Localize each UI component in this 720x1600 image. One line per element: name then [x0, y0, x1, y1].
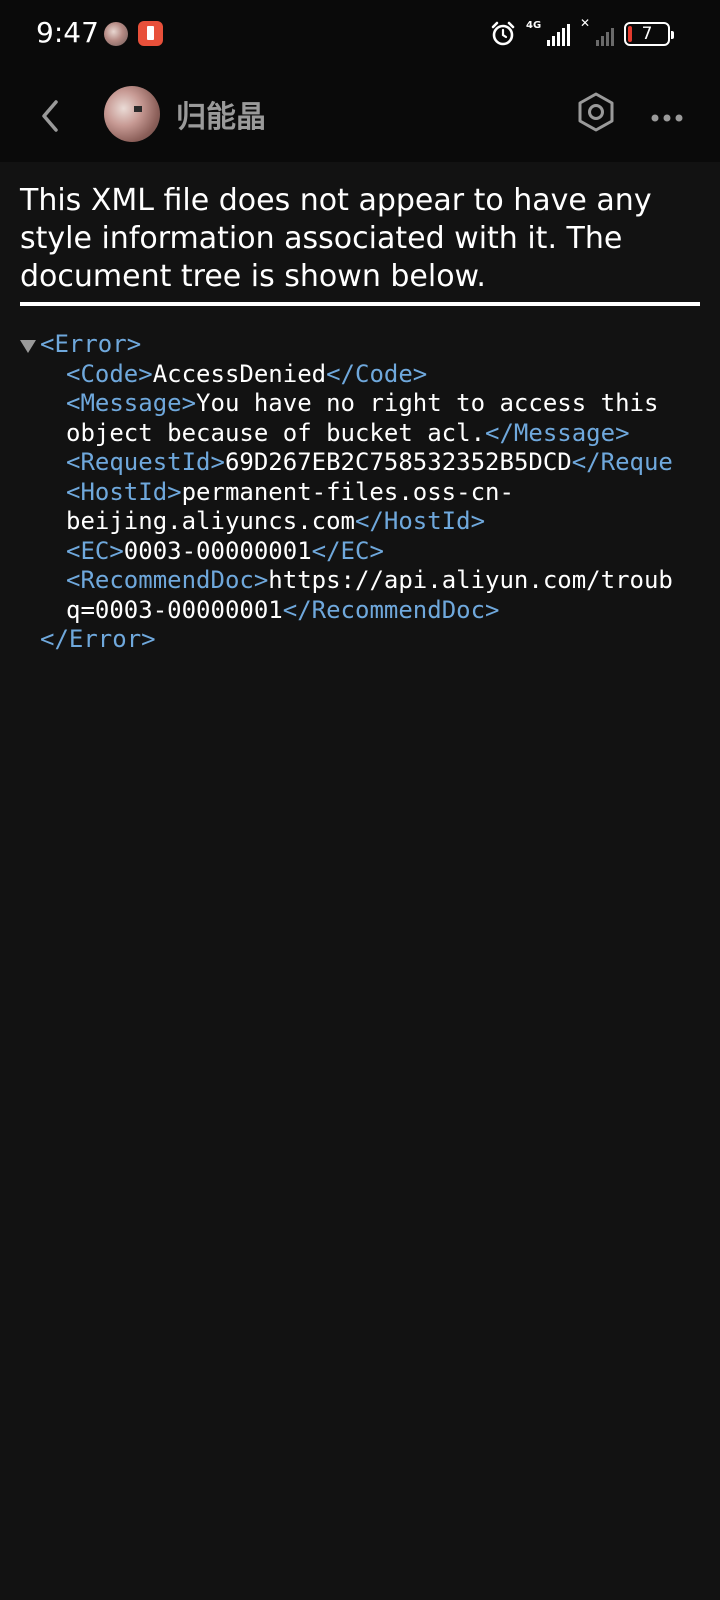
xml-style-notice: This XML file does not appear to have an…: [20, 183, 652, 294]
xml-message-line-2: object because of bucket acl.</Message>: [0, 419, 720, 449]
xml-tag-hostid-open: <HostId>: [66, 477, 182, 506]
xml-hostid-line-2: beijing.aliyuncs.com</HostId>: [0, 507, 720, 537]
xml-root-open-line: <Error>: [0, 330, 720, 360]
settings-hexagon-icon[interactable]: [576, 90, 616, 134]
status-icons: 4G ✕ 7: [490, 16, 674, 50]
status-bar: 9:47 4G ✕ 7: [0, 0, 720, 70]
xml-tag-recdoc-close: </RecommendDoc>: [282, 595, 500, 624]
xml-tag-requestid-close: </Reque: [571, 448, 673, 476]
web-content: This XML file does not appear to have an…: [0, 162, 720, 1600]
xml-tag-recdoc-open: <RecommendDoc>: [66, 566, 269, 594]
xml-tag-ec-close: </EC>: [311, 536, 384, 565]
xml-tag-message-open: <Message>: [66, 389, 197, 417]
xml-message-value-2: object because of bucket acl.: [66, 418, 486, 447]
xml-message-line-1: <Message>You have no right to access thi…: [0, 389, 720, 419]
notification-avatar-icon: [104, 22, 128, 46]
xml-hostid-value-2: beijing.aliyuncs.com: [66, 507, 355, 535]
xml-recdoc-value-1: https://api.aliyun.com/troub: [268, 566, 673, 594]
battery-alert-icon: [138, 21, 163, 46]
xml-tag-ec-open: <EC>: [66, 536, 124, 565]
xml-message-value-1: You have no right to access this: [196, 389, 659, 417]
status-time: 9:47: [36, 16, 99, 49]
xml-hostid-value-1: permanent-files.oss-cn-: [181, 477, 514, 506]
xml-root-close-line: </Error>: [0, 625, 720, 655]
xml-hostid-line-1: <HostId>permanent-files.oss-cn-: [0, 478, 720, 508]
contact-avatar[interactable]: [104, 86, 160, 142]
xml-document-tree: <Error> <Code>AccessDenied</Code> <Messa…: [0, 330, 720, 655]
app-bar: 归能晶: [0, 70, 720, 162]
collapse-triangle-icon[interactable]: [20, 340, 36, 353]
notice-divider: [20, 302, 700, 306]
xml-tag-error-open: <Error>: [40, 330, 142, 358]
cellular-signal-no-service-icon: ✕: [580, 16, 614, 48]
chat-title[interactable]: 归能晶: [176, 92, 266, 136]
battery-icon: 7: [624, 22, 674, 46]
xml-code-line: <Code>AccessDenied</Code>: [0, 360, 720, 390]
back-arrow-icon[interactable]: [36, 94, 66, 138]
xml-requestid-value: 69D267EB2C758532352B5DCD: [224, 448, 572, 476]
xml-recdoc-line-1: <RecommendDoc>https://api.aliyun.com/tro…: [0, 566, 720, 596]
xml-tag-requestid-open: <RequestId>: [66, 448, 225, 476]
xml-tag-message-close: </Message>: [485, 418, 630, 447]
battery-level: 7: [641, 24, 653, 44]
xml-tag-code-close: </Code>: [326, 359, 428, 388]
xml-recdoc-value-2: q=0003-00000001: [66, 595, 283, 624]
more-options-icon[interactable]: [650, 108, 684, 122]
xml-tag-code-open: <Code>: [66, 359, 153, 388]
xml-requestid-line: <RequestId>69D267EB2C758532352B5DCD</Req…: [0, 448, 720, 478]
alarm-clock-icon: [490, 21, 516, 47]
xml-ec-value: 0003-00000001: [123, 536, 312, 565]
cellular-signal-4g-icon: 4G: [526, 20, 570, 48]
xml-ec-line: <EC>0003-00000001</EC>: [0, 537, 720, 567]
xml-code-value: AccessDenied: [152, 359, 327, 388]
xml-tag-hostid-close: </HostId>: [354, 507, 486, 535]
xml-recdoc-line-2: q=0003-00000001</RecommendDoc>: [0, 596, 720, 626]
network-type-label: 4G: [526, 20, 542, 31]
xml-tag-error-close: </Error>: [40, 625, 156, 653]
